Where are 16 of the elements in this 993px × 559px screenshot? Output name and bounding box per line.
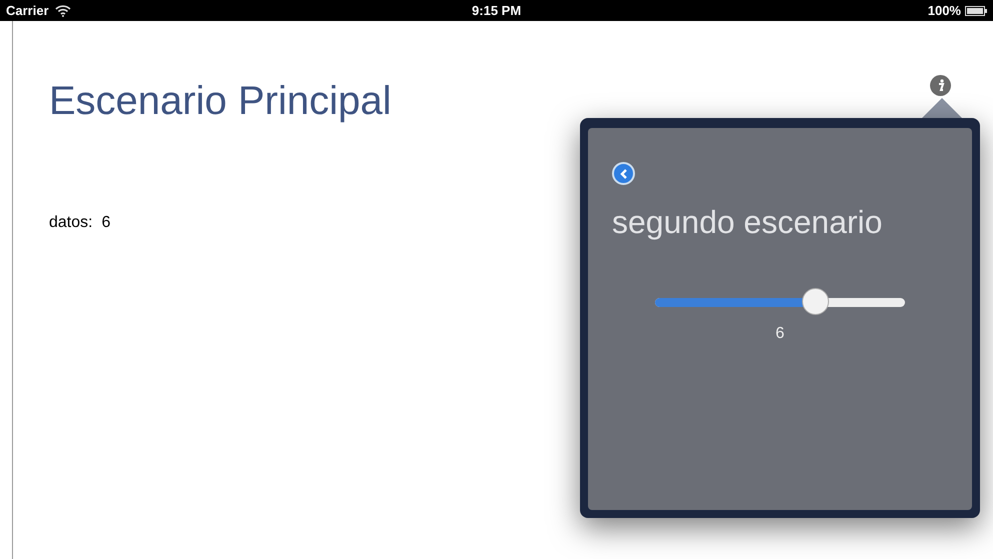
page-title: Escenario Principal — [49, 78, 392, 125]
data-label: datos: — [49, 213, 93, 233]
slider-value: 6 — [776, 324, 784, 344]
info-icon — [936, 79, 944, 92]
popover-arrow — [922, 98, 962, 118]
popover-title: segundo escenario — [612, 203, 884, 242]
clock-text: 9:15 PM — [472, 2, 522, 20]
battery-icon — [964, 6, 987, 16]
data-value: 6 — [102, 213, 110, 233]
back-button[interactable] — [612, 162, 635, 185]
carrier-text: Carrier — [6, 2, 49, 20]
chevron-left-icon — [620, 168, 628, 178]
wifi-icon — [54, 4, 71, 16]
battery-text: 100% — [928, 2, 961, 20]
info-button[interactable] — [930, 75, 951, 96]
slider[interactable] — [655, 288, 905, 316]
